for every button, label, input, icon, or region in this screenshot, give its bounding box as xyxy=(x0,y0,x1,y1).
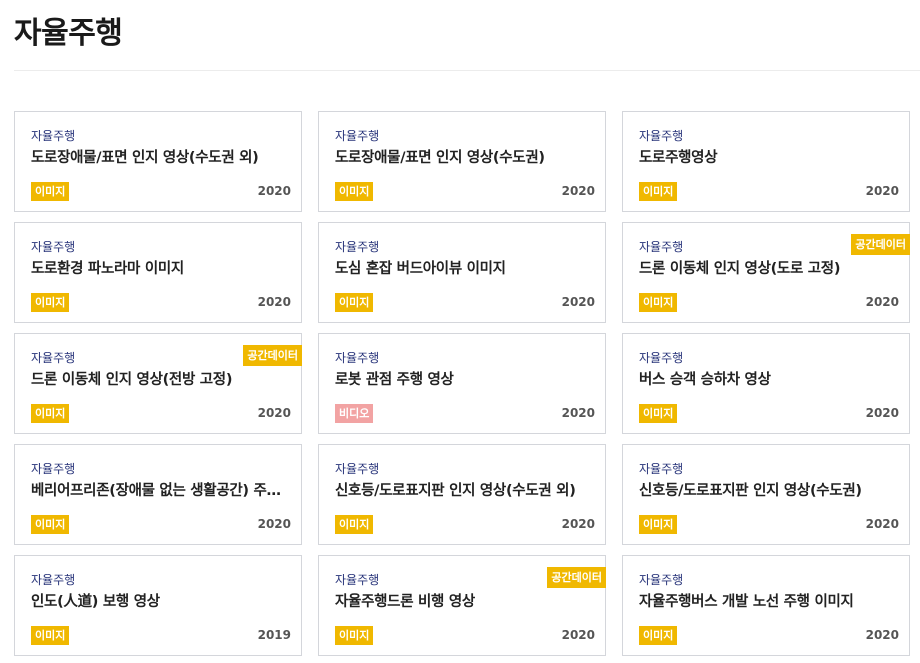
media-type-badge: 이미지 xyxy=(31,404,70,423)
media-type-badge: 이미지 xyxy=(31,515,70,534)
card-category: 자율주행 xyxy=(335,351,380,365)
dataset-card[interactable]: 자율주행자율주행드론 비행 영상이미지 2020 공간데이터 xyxy=(318,555,606,656)
card-year: 2020 xyxy=(561,184,595,198)
card-category: 자율주행 xyxy=(31,573,76,587)
card-year: 2020 xyxy=(865,295,899,309)
card-year: 2019 xyxy=(257,628,291,642)
card-year: 2020 xyxy=(257,517,291,531)
card-category: 자율주행 xyxy=(31,240,76,254)
card-title[interactable]: 인도(人道) 보행 영상 xyxy=(31,590,291,611)
media-type-badge: 비디오 xyxy=(335,404,374,423)
dataset-card[interactable]: 자율주행도로장애물/표면 인지 영상(수도권) 이미지 2020 xyxy=(318,111,606,212)
media-type-badge: 이미지 xyxy=(31,182,70,201)
card-category: 자율주행 xyxy=(335,573,380,587)
card-year: 2020 xyxy=(561,517,595,531)
card-title[interactable]: 도로주행영상 xyxy=(639,146,899,167)
card-title[interactable]: 자율주행드론 비행 영상 xyxy=(335,590,595,611)
card-category: 자율주행 xyxy=(639,240,684,254)
dataset-card[interactable]: 자율주행버스 승객 승하차 영상이미지 2020 xyxy=(622,333,910,434)
spatial-data-badge: 공간데이터 xyxy=(243,345,302,366)
card-year: 2020 xyxy=(865,517,899,531)
card-category: 자율주행 xyxy=(335,462,380,476)
card-year: 2020 xyxy=(257,295,291,309)
dataset-card[interactable]: 자율주행도로장애물/표면 인지 영상(수도권 외) 이미지 2020 xyxy=(14,111,302,212)
card-year: 2020 xyxy=(257,406,291,420)
spatial-data-badge: 공간데이터 xyxy=(547,567,606,588)
card-category: 자율주행 xyxy=(639,462,684,476)
card-title[interactable]: 버스 승객 승하차 영상 xyxy=(639,368,899,389)
card-year: 2020 xyxy=(561,295,595,309)
card-year: 2020 xyxy=(865,628,899,642)
card-title[interactable]: 도로환경 파노라마 이미지 xyxy=(31,257,291,278)
dataset-card[interactable]: 자율주행드론 이동체 인지 영상(전방 고정) 이미지 2020 공간데이터 xyxy=(14,333,302,434)
card-category: 자율주행 xyxy=(639,573,684,587)
card-year: 2020 xyxy=(561,406,595,420)
media-type-badge: 이미지 xyxy=(639,515,678,534)
dataset-card[interactable]: 자율주행인도(人道) 보행 영상이미지 2019 xyxy=(14,555,302,656)
card-year: 2020 xyxy=(561,628,595,642)
dataset-card[interactable]: 자율주행도로주행영상이미지 2020 xyxy=(622,111,910,212)
dataset-card[interactable]: 자율주행신호등/도로표지판 인지 영상(수도권) 이미지 2020 xyxy=(622,444,910,545)
media-type-badge: 이미지 xyxy=(639,404,678,423)
media-type-badge: 이미지 xyxy=(335,293,374,312)
dataset-card[interactable]: 자율주행베리어프리존(장애물 없는 생활공간) 주… 이미지 2020 xyxy=(14,444,302,545)
card-title[interactable]: 도로장애물/표면 인지 영상(수도권 외) xyxy=(31,146,291,167)
media-type-badge: 이미지 xyxy=(335,626,374,645)
card-category: 자율주행 xyxy=(31,129,76,143)
card-category: 자율주행 xyxy=(31,351,76,365)
card-year: 2020 xyxy=(865,406,899,420)
card-title[interactable]: 베리어프리존(장애물 없는 생활공간) 주… xyxy=(31,479,291,500)
spatial-data-badge: 공간데이터 xyxy=(851,234,910,255)
media-type-badge: 이미지 xyxy=(335,182,374,201)
media-type-badge: 이미지 xyxy=(335,515,374,534)
dataset-card[interactable]: 자율주행로봇 관점 주행 영상비디오 2020 xyxy=(318,333,606,434)
card-title[interactable]: 드론 이동체 인지 영상(도로 고정) xyxy=(639,257,899,278)
card-category: 자율주행 xyxy=(639,351,684,365)
media-type-badge: 이미지 xyxy=(31,293,70,312)
card-title[interactable]: 도심 혼잡 버드아이뷰 이미지 xyxy=(335,257,595,278)
card-title[interactable]: 도로장애물/표면 인지 영상(수도권) xyxy=(335,146,595,167)
dataset-card[interactable]: 자율주행도심 혼잡 버드아이뷰 이미지이미지 2020 xyxy=(318,222,606,323)
card-category: 자율주행 xyxy=(639,129,684,143)
media-type-badge: 이미지 xyxy=(639,182,678,201)
media-type-badge: 이미지 xyxy=(31,626,70,645)
page-title: 자율주행 xyxy=(14,16,123,51)
card-title[interactable]: 드론 이동체 인지 영상(전방 고정) xyxy=(31,368,291,389)
dataset-card-grid: 자율주행 도로장애물/표면 인지 영상(수도권 외) 이미지 2020 자율주행 도로장애… xyxy=(14,111,910,656)
media-type-badge: 이미지 xyxy=(639,293,678,312)
media-type-badge: 이미지 xyxy=(639,626,678,645)
dataset-card[interactable]: 자율주행드론 이동체 인지 영상(도로 고정) 이미지 2020 공간데이터 xyxy=(622,222,910,323)
dataset-card[interactable]: 자율주행도로환경 파노라마 이미지이미지 2020 xyxy=(14,222,302,323)
card-category: 자율주행 xyxy=(335,129,380,143)
card-title[interactable]: 로봇 관점 주행 영상 xyxy=(335,368,595,389)
card-year: 2020 xyxy=(257,184,291,198)
card-category: 자율주행 xyxy=(335,240,380,254)
title-divider xyxy=(14,70,920,71)
card-year: 2020 xyxy=(865,184,899,198)
card-title[interactable]: 신호등/도로표지판 인지 영상(수도권) xyxy=(639,479,899,500)
card-category: 자율주행 xyxy=(31,462,76,476)
card-title[interactable]: 신호등/도로표지판 인지 영상(수도권 외) xyxy=(335,479,595,500)
dataset-card[interactable]: 자율주행신호등/도로표지판 인지 영상(수도권 외) 이미지 2020 xyxy=(318,444,606,545)
dataset-card[interactable]: 자율주행자율주행버스 개발 노선 주행 이미지이미지 2020 xyxy=(622,555,910,656)
card-title[interactable]: 자율주행버스 개발 노선 주행 이미지 xyxy=(639,590,899,611)
